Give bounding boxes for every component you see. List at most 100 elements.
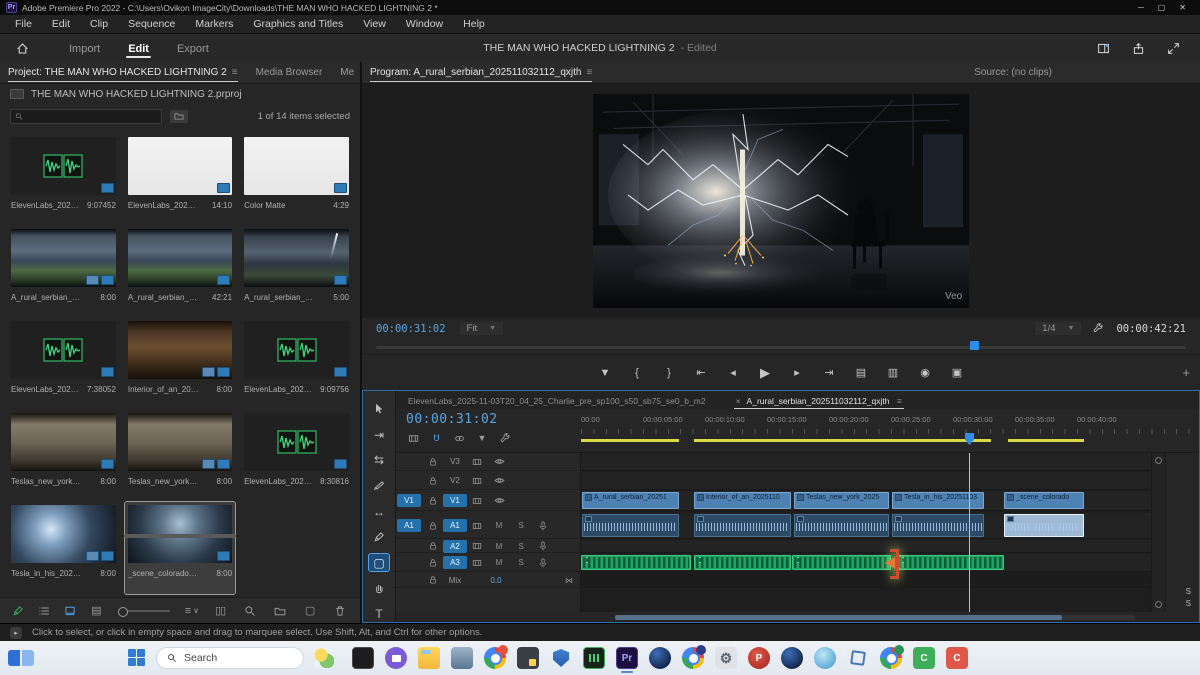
browser-icon-3[interactable]: [880, 647, 902, 669]
settings-gear-icon[interactable]: ⚙: [715, 647, 737, 669]
video-clip-a-rural-serbian-20251[interactable]: A_rural_serbian_20251: [582, 492, 679, 509]
maximize-button[interactable]: ▢: [1158, 3, 1166, 12]
app-icon-orb-2[interactable]: [781, 647, 803, 669]
menu-clip[interactable]: Clip: [81, 16, 117, 32]
audio-clip-a3-2[interactable]: [694, 555, 791, 570]
export-frame-button[interactable]: ◉: [912, 362, 938, 384]
snipping-tool-icon[interactable]: [847, 647, 869, 669]
bin-item-a-rural-serbian-2025[interactable]: A_rural_serbian_2025...8:00: [8, 226, 119, 318]
taskbar-search[interactable]: Search: [156, 647, 304, 669]
tab-media-browser[interactable]: Media Browser: [256, 63, 323, 82]
video-clip-tesla-in-his-20251103[interactable]: Tesla_in_his_20251103: [892, 492, 984, 509]
sync-lock-icon[interactable]: [466, 521, 488, 531]
voiceover-record-icon[interactable]: [532, 558, 554, 568]
hand-tool[interactable]: [369, 580, 389, 597]
track-target-v1[interactable]: V1: [444, 494, 466, 507]
close-button[interactable]: ✕: [1179, 3, 1186, 12]
bin-item-tesla-in-his-2025110[interactable]: Tesla_in_his_2025110...8:00: [8, 502, 119, 594]
bin-item-teslas-new-york-202[interactable]: Teslas_new_york_202...8:00: [125, 410, 235, 502]
program-scrubber[interactable]: [362, 339, 1200, 354]
track-target-v2[interactable]: V2: [444, 474, 466, 487]
home-icon[interactable]: [16, 42, 29, 55]
bin-item-elevenlabs-2025[interactable]: ElevenLabs_2025-...7:38052: [8, 318, 119, 410]
timeline-ruler[interactable]: 00:0000:00:05:0000:00:10:0000:00:15:0000…: [581, 409, 1199, 452]
nest-icon[interactable]: [406, 431, 420, 445]
lock-icon[interactable]: [422, 521, 444, 531]
audio-clip-a1-2[interactable]: [694, 514, 791, 537]
bin-item-elevenlabs-2025[interactable]: ElevenLabs_2025-...9:07452: [8, 134, 119, 226]
selection-tool[interactable]: [369, 401, 389, 418]
widgets-icon[interactable]: [8, 650, 34, 666]
zoom-slider[interactable]: [118, 610, 170, 612]
comparison-view-button[interactable]: ▣: [944, 362, 970, 384]
audio-clip-a3-3[interactable]: [792, 555, 891, 570]
mark-in-button[interactable]: {: [624, 362, 650, 384]
mute-button[interactable]: M: [488, 542, 510, 551]
track-lane-v3[interactable]: [581, 453, 1151, 471]
panel-menu-icon[interactable]: ≡: [232, 67, 238, 78]
panel-menu-icon[interactable]: ≡: [586, 67, 592, 78]
bin-item-elevenlabs-2025-11[interactable]: ElevenLabs_2025-11-...14:10: [125, 134, 235, 226]
audio-clip-a3-4[interactable]: [897, 555, 1004, 570]
video-clip-scene-colorado[interactable]: _scene_colorado: [1004, 492, 1084, 509]
start-button[interactable]: [128, 649, 146, 667]
menu-help[interactable]: Help: [454, 16, 494, 32]
source-patch-a1[interactable]: A1: [397, 519, 421, 532]
lock-icon[interactable]: [422, 457, 444, 467]
slip-tool[interactable]: ↔: [369, 503, 389, 520]
weather-icon[interactable]: [314, 648, 334, 668]
toggle-track-output-icon[interactable]: [488, 475, 510, 486]
file-explorer-icon[interactable]: [418, 647, 440, 669]
new-item-icon[interactable]: ▢: [302, 603, 318, 619]
automate-to-sequence-icon[interactable]: ▯▯: [212, 603, 228, 619]
timeline-horizontal-scrollbar[interactable]: [615, 615, 1135, 620]
mix-value[interactable]: 0.0: [466, 576, 526, 585]
bin-item-elevenlabs-2025[interactable]: ElevenLabs_2025-...9:09756: [241, 318, 352, 410]
edit-pencil-icon[interactable]: [12, 603, 25, 619]
voiceover-record-icon[interactable]: [532, 541, 554, 551]
menu-markers[interactable]: Markers: [186, 16, 242, 32]
timeline-tab-inactive[interactable]: ElevenLabs_2025-11-03T20_04_25_Charlie_p…: [406, 393, 708, 409]
track-target-a1[interactable]: A1: [444, 519, 466, 532]
app-icon-black-square[interactable]: [352, 647, 374, 669]
find-icon[interactable]: [242, 603, 258, 619]
video-clip-interior-of-an-2025110[interactable]: Interior_of_an_2025110: [694, 492, 791, 509]
audio-clip-a1-1[interactable]: [582, 514, 679, 537]
bin-item-color-matte[interactable]: Color Matte4:29: [241, 134, 352, 226]
add-marker-button[interactable]: ▼: [592, 362, 618, 384]
snap-icon[interactable]: [429, 431, 443, 445]
app-icon-retro-green[interactable]: [583, 647, 605, 669]
track-lane-mix[interactable]: [581, 573, 1151, 588]
tab-program[interactable]: Program: A_rural_serbian_202511032112_qx…: [370, 63, 592, 82]
menu-view[interactable]: View: [354, 16, 395, 32]
audio-clip-a1-3[interactable]: [794, 514, 889, 537]
sort-icons-button[interactable]: ≡∨: [185, 603, 199, 619]
project-file-row[interactable]: THE MAN WHO HACKED LIGHTNING 2.prproj: [0, 84, 360, 104]
go-to-out-button[interactable]: ⇥: [816, 362, 842, 384]
audio-clip-a3-1[interactable]: [581, 555, 691, 570]
source-patch-v1[interactable]: V1: [397, 494, 421, 507]
voiceover-record-icon[interactable]: [532, 521, 554, 531]
timeline-tab-active[interactable]: ×A_rural_serbian_202511032112_qxjth ≡: [734, 393, 904, 409]
menu-edit[interactable]: Edit: [43, 16, 79, 32]
lift-button[interactable]: ▤: [848, 362, 874, 384]
bin-item-teslas-new-york-202[interactable]: Teslas_new_york_202...8:00: [8, 410, 119, 502]
toggle-track-output-icon[interactable]: [488, 495, 510, 506]
timeline-timecode[interactable]: 00:00:31:02: [406, 412, 581, 427]
icon-view-icon[interactable]: [64, 603, 77, 619]
trim-edit-cursor[interactable]: [879, 549, 899, 579]
track-target-a3[interactable]: A3: [444, 556, 466, 569]
audio-clip-a1-4[interactable]: [892, 514, 984, 537]
mode-tab-edit[interactable]: Edit: [116, 37, 161, 60]
track-select-forward-tool[interactable]: ⇥: [369, 427, 389, 444]
bin-item-elevenlabs-2025[interactable]: ElevenLabs_2025-...8:30816: [241, 410, 352, 502]
play-button[interactable]: ▶: [752, 362, 778, 384]
fit-dropdown[interactable]: Fit▼: [460, 322, 504, 335]
bin-scrollbar[interactable]: [124, 534, 236, 538]
timeline-settings-icon[interactable]: [498, 431, 512, 445]
lock-icon[interactable]: [422, 558, 444, 568]
button-editor-plus[interactable]: +: [1182, 365, 1190, 380]
fullscreen-icon[interactable]: [1167, 42, 1180, 55]
bin-item-a-rural-serbian-202[interactable]: A_rural_serbian_202...42:21: [125, 226, 235, 318]
tab-project[interactable]: Project: THE MAN WHO HACKED LIGHTNING 2≡: [8, 63, 238, 82]
